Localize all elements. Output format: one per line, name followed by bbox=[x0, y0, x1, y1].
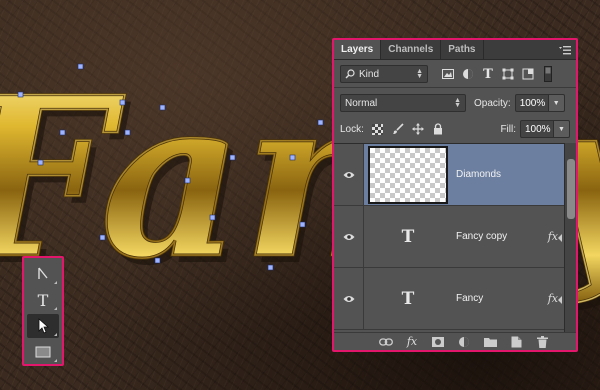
type-layer-thumbnail-icon: T bbox=[401, 288, 415, 309]
lock-all-button[interactable] bbox=[428, 120, 448, 138]
type-layer-thumbnail-icon: T bbox=[401, 226, 415, 247]
direct-selection-tool[interactable] bbox=[27, 314, 59, 338]
eye-icon bbox=[343, 171, 354, 178]
adjustment-filter-icon bbox=[463, 69, 473, 79]
opacity-input[interactable]: 100% bbox=[514, 94, 549, 112]
layers-list: Diamonds T Fancy copy fx T Fancy fx bbox=[334, 143, 564, 333]
chevron-down-icon: ▼ bbox=[558, 125, 565, 133]
type-filter-button[interactable]: T bbox=[478, 64, 498, 84]
layers-scrollbar[interactable] bbox=[564, 143, 576, 333]
mask-icon bbox=[432, 336, 444, 347]
layer-row-diamonds[interactable]: Diamonds bbox=[334, 144, 564, 206]
panel-menu-icon bbox=[559, 45, 571, 54]
smart-object-filter-button[interactable] bbox=[518, 64, 538, 84]
link-layers-button[interactable] bbox=[378, 335, 394, 349]
layers-panel: Layers Channels Paths Kind ▲ ▼ T Normal … bbox=[332, 38, 578, 352]
filter-toggle-button[interactable] bbox=[538, 64, 558, 84]
tab-layers[interactable]: Layers bbox=[334, 40, 382, 59]
lock-image-pixels-button[interactable] bbox=[388, 120, 408, 138]
rectangle-tool[interactable] bbox=[27, 340, 59, 364]
scrollbar-thumb[interactable] bbox=[567, 159, 575, 219]
direct-selection-icon bbox=[38, 318, 50, 334]
link-icon bbox=[379, 337, 393, 346]
new-adjustment-layer-button[interactable] bbox=[456, 335, 472, 349]
image-filter-icon bbox=[442, 69, 454, 79]
add-mask-button[interactable] bbox=[430, 335, 446, 349]
type-filter-icon: T bbox=[483, 66, 493, 82]
path-selection-tool[interactable] bbox=[27, 262, 59, 286]
visibility-toggle[interactable] bbox=[334, 144, 364, 205]
lock-row: Lock: Fill: 100% ▼ bbox=[334, 116, 576, 142]
type-tool-icon: T bbox=[37, 290, 49, 310]
visibility-toggle[interactable] bbox=[334, 206, 364, 267]
image-filter-button[interactable] bbox=[438, 64, 458, 84]
lock-label: Lock: bbox=[340, 123, 364, 135]
eye-icon bbox=[343, 295, 354, 302]
panel-tabs: Layers Channels Paths bbox=[334, 40, 576, 60]
toolbox-popup: T bbox=[22, 256, 64, 366]
checkerboard-icon bbox=[372, 123, 384, 135]
expand-effects-icon[interactable] bbox=[558, 296, 562, 304]
opacity-value: 100% bbox=[519, 97, 546, 109]
eye-icon bbox=[343, 233, 354, 240]
blend-row: Normal ▲ ▼ Opacity: 100% ▼ bbox=[334, 90, 576, 116]
layer-thumbnail bbox=[368, 145, 448, 204]
rectangle-tool-icon bbox=[35, 346, 51, 358]
smart-object-filter-icon bbox=[522, 68, 534, 80]
filter-kind-select[interactable]: Kind ▲ ▼ bbox=[340, 65, 428, 83]
blend-mode-value: Normal bbox=[345, 97, 378, 109]
layer-row-fancy[interactable]: T Fancy fx bbox=[334, 268, 564, 330]
delete-layer-button[interactable] bbox=[534, 335, 550, 349]
panel-divider bbox=[334, 87, 576, 88]
brush-icon bbox=[392, 123, 404, 134]
search-icon bbox=[345, 69, 355, 79]
new-layer-icon bbox=[511, 336, 521, 347]
move-icon bbox=[411, 123, 424, 135]
select-arrows-icon: ▲ ▼ bbox=[416, 68, 423, 80]
layer-content[interactable]: T Fancy copy fx bbox=[364, 206, 564, 267]
fill-dropdown-button[interactable]: ▼ bbox=[554, 120, 570, 138]
layers-bottom-bar: fx bbox=[334, 332, 576, 350]
filter-toggle-icon bbox=[544, 66, 552, 82]
blend-mode-select[interactable]: Normal ▲ ▼ bbox=[340, 94, 466, 112]
fill-value: 100% bbox=[525, 123, 551, 135]
adjustment-filter-button[interactable] bbox=[458, 64, 478, 84]
layer-effects-icon[interactable]: fx bbox=[548, 230, 558, 243]
select-arrows-icon: ▲ ▼ bbox=[454, 97, 461, 109]
layer-content[interactable]: Diamonds bbox=[364, 144, 564, 205]
new-layer-button[interactable] bbox=[508, 335, 524, 349]
layer-name[interactable]: Fancy bbox=[456, 293, 483, 304]
chevron-down-icon: ▼ bbox=[552, 99, 560, 107]
expand-effects-icon[interactable] bbox=[558, 234, 562, 242]
trash-icon bbox=[536, 335, 548, 348]
fill-label: Fill: bbox=[500, 123, 516, 135]
layer-filter-row: Kind ▲ ▼ T bbox=[334, 61, 576, 87]
lock-icon bbox=[433, 123, 442, 135]
filter-kind-label: Kind bbox=[359, 68, 380, 80]
layer-name[interactable]: Fancy copy bbox=[456, 231, 507, 242]
tab-channels[interactable]: Channels bbox=[381, 40, 442, 59]
layer-content[interactable]: T Fancy fx bbox=[364, 268, 564, 329]
add-layer-style-button[interactable]: fx bbox=[404, 335, 420, 349]
layer-name[interactable]: Diamonds bbox=[456, 169, 501, 180]
shape-filter-icon bbox=[502, 68, 514, 80]
opacity-label: Opacity: bbox=[474, 97, 511, 109]
tab-paths[interactable]: Paths bbox=[441, 40, 484, 59]
layer-effects-icon[interactable]: fx bbox=[548, 292, 558, 305]
new-group-button[interactable] bbox=[482, 335, 498, 349]
type-tool[interactable]: T bbox=[27, 288, 59, 312]
visibility-toggle[interactable] bbox=[334, 268, 364, 329]
path-selection-icon bbox=[38, 267, 48, 279]
lock-transparent-pixels-button[interactable] bbox=[368, 120, 388, 138]
panel-menu-button[interactable] bbox=[559, 45, 571, 55]
fx-icon: fx bbox=[406, 335, 418, 348]
shape-filter-button[interactable] bbox=[498, 64, 518, 84]
layer-row-fancy-copy[interactable]: T Fancy copy fx bbox=[334, 206, 564, 268]
lock-position-button[interactable] bbox=[408, 120, 428, 138]
adjustment-icon bbox=[459, 336, 469, 347]
opacity-dropdown-button[interactable]: ▼ bbox=[548, 94, 565, 112]
fill-input[interactable]: 100% bbox=[520, 120, 554, 138]
folder-icon bbox=[483, 337, 497, 347]
